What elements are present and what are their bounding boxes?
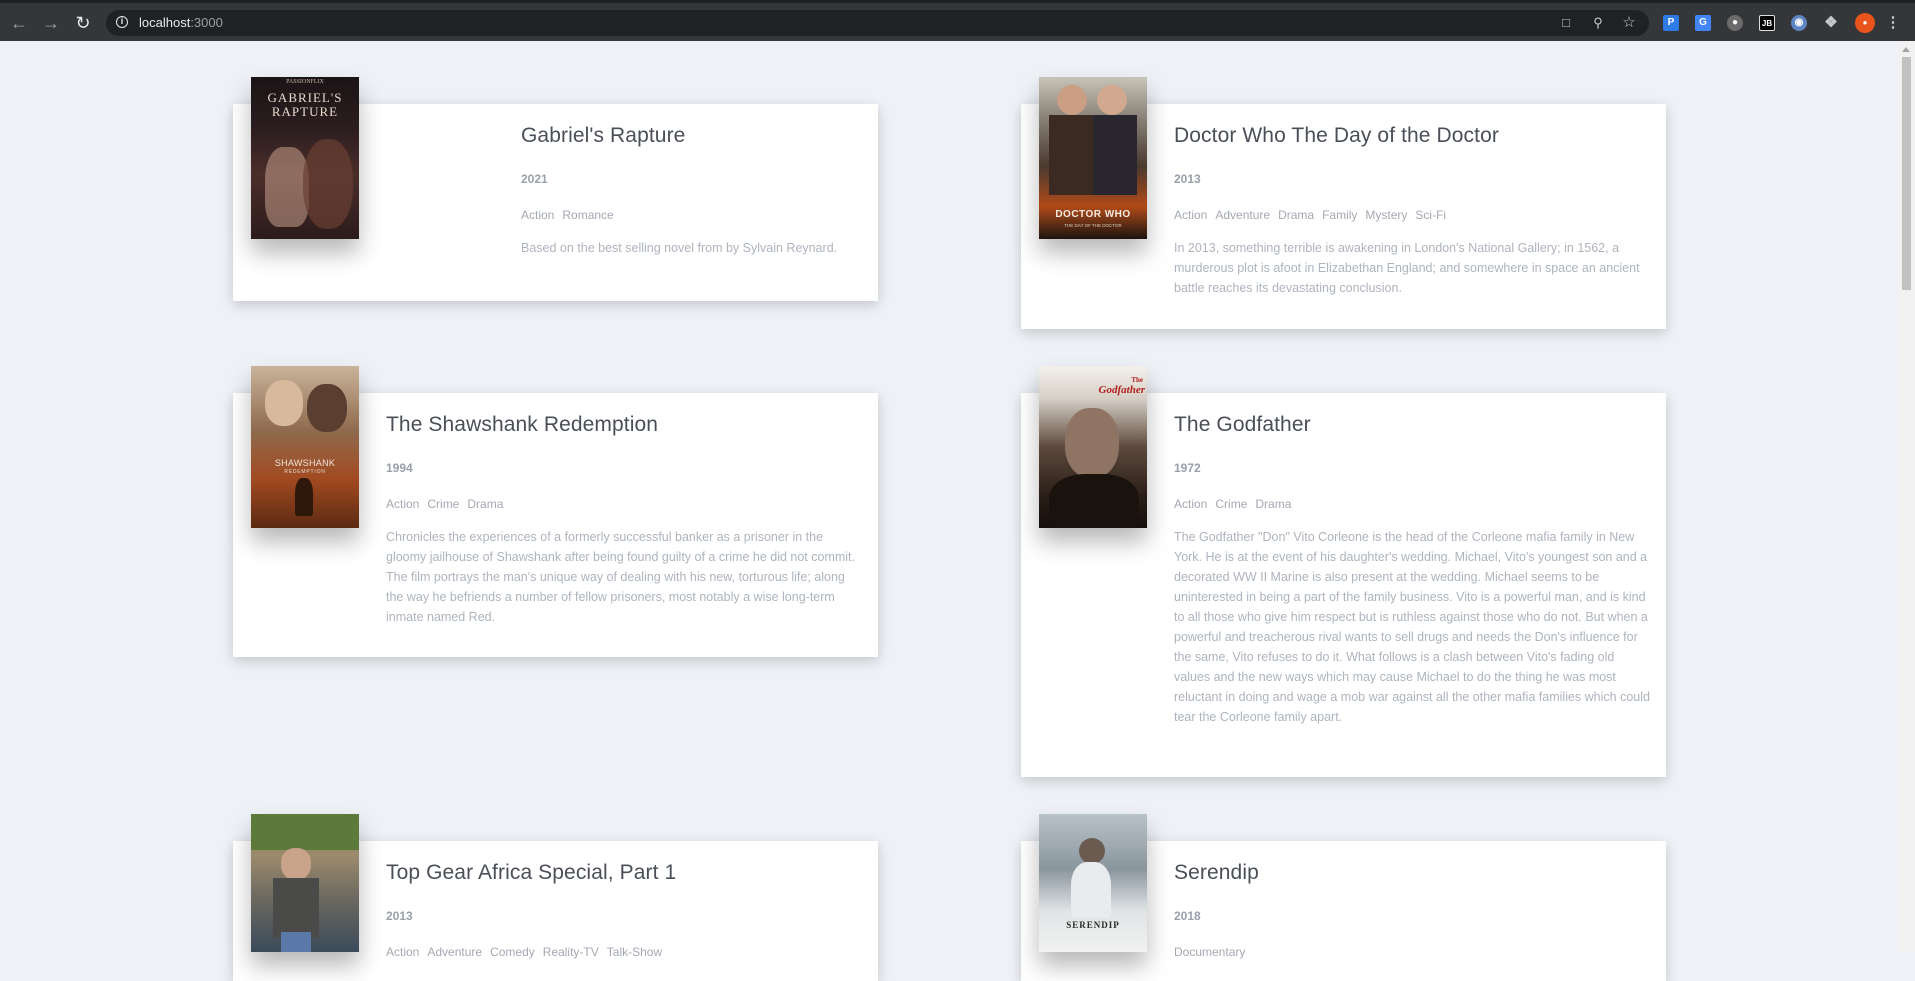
- movie-title[interactable]: Serendip: [1174, 861, 1259, 885]
- genre-tag: Adventure: [427, 945, 483, 959]
- zoom-icon[interactable]: ⚲: [1590, 15, 1606, 31]
- movie-year: 2013: [386, 909, 413, 923]
- page-scrollbar[interactable]: [1898, 41, 1915, 952]
- url-text[interactable]: localhost:3000: [139, 15, 223, 30]
- movie-summary: Chronicles the experiences of a formerly…: [386, 530, 856, 624]
- google-translate-icon[interactable]: G: [1695, 15, 1711, 31]
- movie-poster: SHAWSHANK REDEMPTION: [251, 366, 359, 528]
- extensions-puzzle-icon[interactable]: ❖: [1823, 15, 1839, 31]
- genre-tag: Family: [1322, 208, 1358, 222]
- genre-tag: Drama: [467, 497, 504, 511]
- movie-year: 2021: [521, 172, 548, 186]
- genre-tag: Adventure: [1215, 208, 1271, 222]
- movie-summary: The Godfather "Don" Vito Corleone is the…: [1174, 530, 1650, 724]
- genre-tag: Action: [386, 945, 420, 959]
- movie-year: 1972: [1174, 461, 1201, 475]
- movie-genres: Action Romance: [521, 208, 622, 222]
- genre-tag: Romance: [562, 208, 614, 222]
- genre-tag: Talk-Show: [606, 945, 663, 959]
- genre-tag: Reality-TV: [542, 945, 599, 959]
- extension-p-icon[interactable]: P: [1663, 15, 1679, 31]
- genre-tag: Documentary: [1174, 945, 1246, 959]
- poster-title-text: DOCTOR WHO: [1055, 209, 1131, 220]
- reload-icon[interactable]: ↻: [72, 12, 94, 34]
- movie-title[interactable]: Top Gear Africa Special, Part 1: [386, 861, 676, 885]
- poster-title-small: The: [1131, 376, 1143, 384]
- poster-subtitle-text: THE DAY OF THE DOCTOR: [1064, 223, 1122, 228]
- movie-year: 2018: [1174, 909, 1201, 923]
- movie-poster: PASSIONFLIX GABRIEL'S RAPTURE: [251, 77, 359, 239]
- movie-title[interactable]: The Shawshank Redemption: [386, 413, 658, 437]
- movie-poster: [251, 814, 359, 952]
- movie-title[interactable]: Gabriel's Rapture: [521, 124, 685, 148]
- movie-genres: Action Adventure Drama Family Mystery Sci-Fi: [1174, 208, 1454, 222]
- address-bar[interactable]: i localhost:3000 □ ⚲ ☆: [106, 10, 1649, 36]
- movie-genres: Action Crime Drama: [1174, 497, 1299, 511]
- movie-poster: The Godfather: [1039, 366, 1147, 528]
- movie-genres: Action Adventure Comedy Reality-TV Talk-Show: [386, 945, 670, 959]
- poster-title-text: Godfather: [1098, 384, 1145, 396]
- genre-tag: Drama: [1255, 497, 1292, 511]
- translate-icon[interactable]: □: [1558, 15, 1574, 31]
- extension-eyes-icon[interactable]: ●: [1727, 15, 1743, 31]
- bookmark-star-icon[interactable]: ☆: [1621, 15, 1637, 31]
- profile-avatar[interactable]: ●: [1855, 13, 1875, 33]
- genre-tag: Comedy: [490, 945, 535, 959]
- extension-circle-icon[interactable]: ◉: [1791, 15, 1807, 31]
- poster-top-text: PASSIONFLIX: [286, 79, 324, 85]
- scrollbar-thumb[interactable]: [1902, 57, 1911, 290]
- poster-title-text: GABRIEL'S RAPTURE: [267, 90, 343, 119]
- movie-summary: Based on the best selling novel from by …: [521, 241, 838, 255]
- genre-tag: Drama: [1278, 208, 1315, 222]
- movie-poster: DOCTOR WHO THE DAY OF THE DOCTOR: [1039, 77, 1147, 239]
- menu-kebab-icon[interactable]: ⋮: [1885, 15, 1901, 31]
- genre-tag: Action: [1174, 208, 1208, 222]
- movie-genres: Documentary: [1174, 945, 1253, 959]
- genre-tag: Mystery: [1365, 208, 1408, 222]
- genre-tag: Action: [386, 497, 420, 511]
- genre-tag: Crime: [1215, 497, 1248, 511]
- scroll-up-icon[interactable]: [1902, 47, 1910, 52]
- poster-subtitle-text: REDEMPTION: [284, 469, 326, 475]
- poster-title-text: SERENDIP: [1066, 920, 1120, 930]
- forward-arrow-icon[interactable]: →: [40, 12, 62, 34]
- site-info-icon[interactable]: i: [116, 16, 128, 28]
- genre-tag: Crime: [427, 497, 460, 511]
- genre-tag: Action: [1174, 497, 1208, 511]
- movie-title[interactable]: The Godfather: [1174, 413, 1311, 437]
- movie-year: 2013: [1174, 172, 1201, 186]
- genre-tag: Action: [521, 208, 555, 222]
- movie-poster: SERENDIP: [1039, 814, 1147, 952]
- back-arrow-icon[interactable]: ←: [8, 12, 30, 34]
- jetbrains-icon[interactable]: JB: [1759, 15, 1775, 31]
- genre-tag: Sci-Fi: [1415, 208, 1447, 222]
- movie-genres: Action Crime Drama: [386, 497, 511, 511]
- poster-title-text: SHAWSHANK: [274, 458, 336, 468]
- movie-title[interactable]: Doctor Who The Day of the Doctor: [1174, 124, 1499, 148]
- movie-year: 1994: [386, 461, 413, 475]
- movie-summary: In 2013, something terrible is awakening…: [1174, 241, 1640, 295]
- browser-toolbar: ← → ↻ i localhost:3000 □ ⚲ ☆ P G ● JB ◉ …: [0, 0, 1915, 41]
